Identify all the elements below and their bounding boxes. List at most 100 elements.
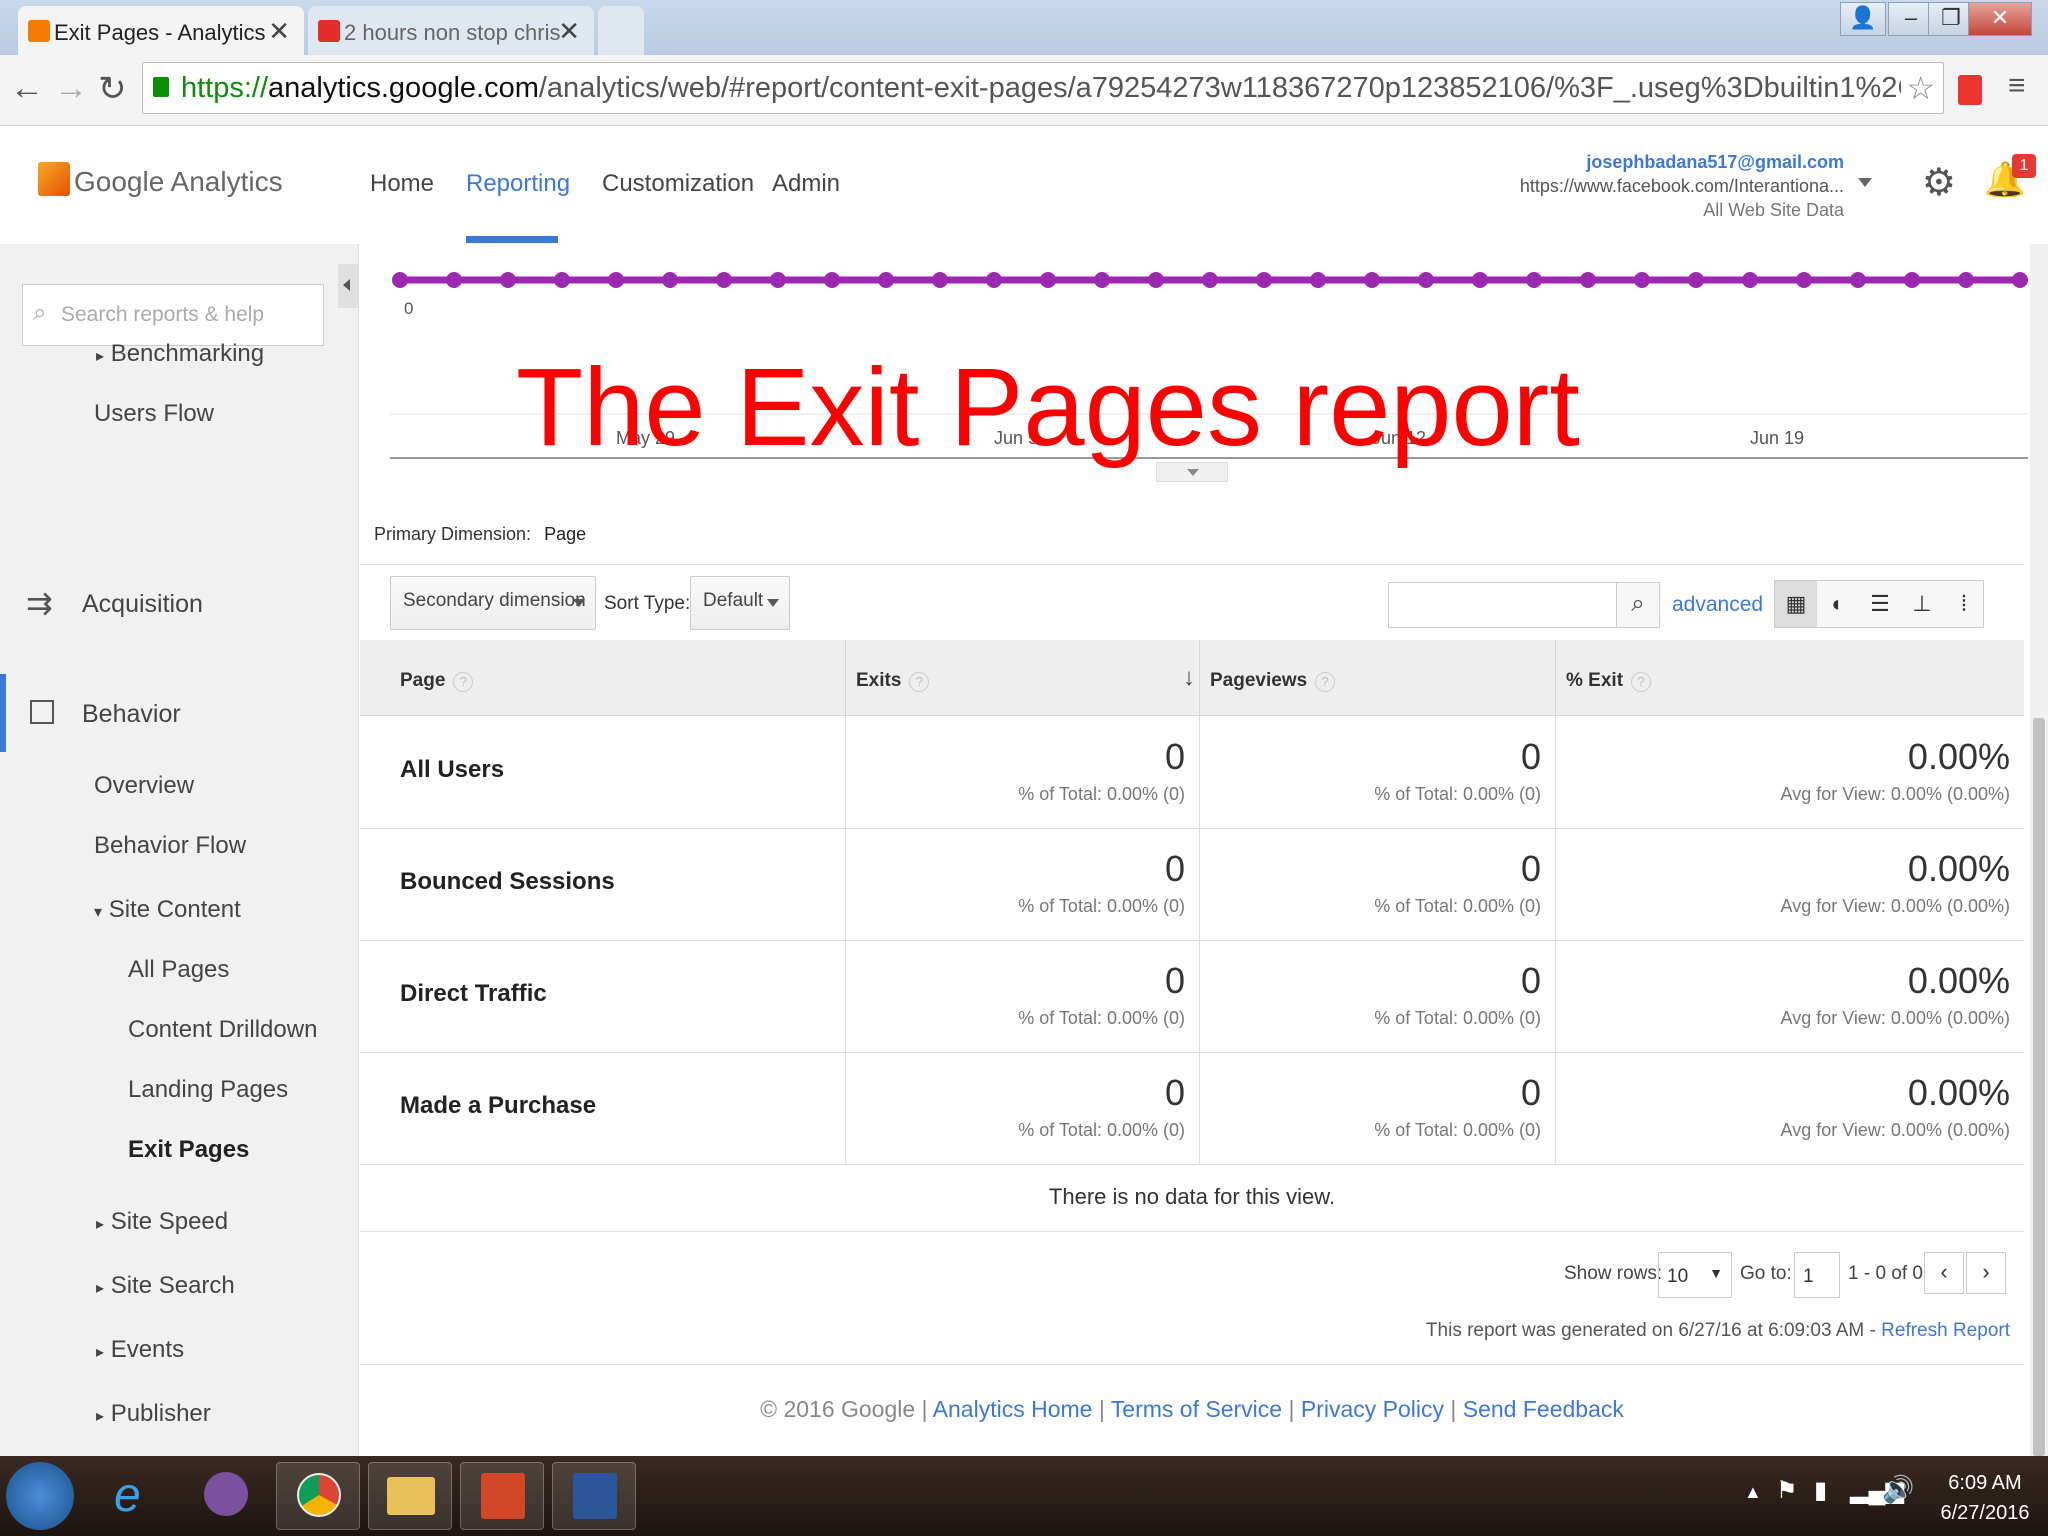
start-button[interactable]: [6, 1462, 74, 1530]
url-text[interactable]: https://analytics.google.com/analytics/w…: [181, 72, 1901, 105]
nav-customization[interactable]: Customization: [602, 170, 754, 198]
back-icon[interactable]: ←: [10, 69, 44, 108]
comparison-view-icon[interactable]: ⊥: [1901, 581, 1943, 627]
footer-link-analytics-home[interactable]: Analytics Home: [933, 1396, 1093, 1422]
user-icon[interactable]: 👤: [1840, 2, 1886, 36]
table-view-icon[interactable]: ▦: [1775, 581, 1817, 627]
help-icon[interactable]: ?: [1315, 672, 1336, 692]
internet-explorer-icon[interactable]: e: [92, 1462, 176, 1530]
exits-value: 0: [1164, 1072, 1185, 1113]
tab-exit-pages[interactable]: Exit Pages - Analytics ✕: [18, 6, 304, 55]
address-bar[interactable]: https://analytics.google.com/analytics/w…: [142, 62, 1944, 114]
clock[interactable]: 6:09 AM 6/27/2016: [1930, 1468, 2040, 1528]
sidebar-item-overview[interactable]: Overview: [94, 772, 194, 800]
sidebar-item-site-search[interactable]: ▸ Site Search: [96, 1272, 235, 1300]
table-filter-input[interactable]: [1388, 582, 1618, 628]
sidebar-item-site-speed[interactable]: ▸ Site Speed: [96, 1208, 228, 1236]
overlay-title: The Exit Pages report: [516, 346, 1580, 469]
new-tab-button[interactable]: [598, 6, 644, 55]
exit-pct-subtext: Avg for View: 0.00% (0.00%): [1780, 1008, 2010, 1028]
sidebar-item-benchmarking[interactable]: ▸ Benchmarking: [96, 340, 264, 368]
scrollbar-thumb[interactable]: [2033, 718, 2045, 1456]
secondary-dimension-dropdown[interactable]: Secondary dimension: [390, 576, 596, 630]
advanced-filter-link[interactable]: advanced: [1672, 593, 1763, 617]
scrollbar-track[interactable]: [2030, 244, 2048, 1456]
x-tick-label: Jun 19: [1750, 428, 1804, 448]
pie-view-icon[interactable]: ◐: [1817, 581, 1859, 627]
footer-link-privacy[interactable]: Privacy Policy: [1301, 1396, 1444, 1422]
sidebar-item-users-flow[interactable]: Users Flow: [94, 400, 214, 428]
forward-icon[interactable]: →: [54, 69, 88, 108]
sidebar-item-all-pages[interactable]: All Pages: [128, 956, 229, 984]
close-window-button[interactable]: ✕: [1968, 2, 2032, 36]
help-icon[interactable]: ?: [453, 672, 474, 692]
extension-icon[interactable]: [1958, 75, 1982, 105]
refresh-report-link[interactable]: Refresh Report: [1881, 1320, 2010, 1341]
search-reports-input[interactable]: ⌕ Search reports & help: [22, 284, 324, 346]
viber-icon[interactable]: [184, 1462, 268, 1530]
power-icon[interactable]: ▮: [1814, 1476, 1827, 1505]
logo-text: Google Analytics: [74, 166, 283, 197]
nav-reporting[interactable]: Reporting: [466, 170, 570, 198]
footer-link-feedback[interactable]: Send Feedback: [1463, 1396, 1624, 1422]
data-point: [554, 272, 570, 288]
page-cell: Bounced Sessions: [360, 828, 846, 940]
nav-home[interactable]: Home: [370, 170, 434, 198]
windows-taskbar: e ▲ ⚑ ▮ ▂▄▆ 🔊 6:09 AM 6/27/2016: [0, 1456, 2048, 1536]
close-tab-icon[interactable]: ✕: [558, 16, 580, 47]
sidebar-item-publisher[interactable]: ▸ Publisher: [96, 1400, 211, 1428]
volume-icon[interactable]: 🔊: [1882, 1474, 1914, 1505]
primary-dimension-page[interactable]: Page: [544, 524, 586, 544]
footer-link-terms[interactable]: Terms of Service: [1111, 1396, 1282, 1422]
action-center-icon[interactable]: ⚑: [1776, 1476, 1798, 1505]
performance-view-icon[interactable]: ☰: [1859, 581, 1901, 627]
close-tab-icon[interactable]: ✕: [268, 16, 290, 47]
sidebar-item-content-drilldown[interactable]: Content Drilldown: [128, 1016, 317, 1044]
exits-value: 0: [1164, 736, 1185, 777]
powerpoint-icon[interactable]: [460, 1462, 544, 1530]
column-header-exits[interactable]: Exits? ↓: [846, 640, 1200, 716]
sidebar-item-landing-pages[interactable]: Landing Pages: [128, 1076, 288, 1104]
word-icon[interactable]: [552, 1462, 636, 1530]
sidebar-item-site-content[interactable]: ▾ Site Content: [94, 896, 241, 924]
sidebar-item-behavior-flow[interactable]: Behavior Flow: [94, 832, 246, 860]
pageviews-subtext: % of Total: 0.00% (0): [1374, 784, 1541, 804]
account-email: josephbadana517@gmail.com: [1586, 152, 1844, 172]
goto-input[interactable]: 1: [1794, 1252, 1840, 1298]
sidebar-item-exit-pages[interactable]: Exit Pages: [128, 1136, 249, 1164]
account-dropdown-icon[interactable]: [1858, 178, 1872, 187]
exits-cell: 0 % of Total: 0.00% (0): [846, 828, 1200, 940]
analytics-favicon-icon: [28, 20, 50, 42]
column-header-page[interactable]: Page?: [360, 640, 846, 716]
sidebar-item-events[interactable]: ▸ Events: [96, 1336, 184, 1364]
menu-icon[interactable]: ≡: [2008, 69, 2026, 103]
chrome-icon[interactable]: [276, 1462, 360, 1530]
reload-icon[interactable]: ↻: [98, 69, 127, 109]
column-header-pageviews[interactable]: Pageviews?: [1200, 640, 1556, 716]
segment-label: Direct Traffic: [400, 980, 547, 1007]
chart-collapse-button[interactable]: [1156, 462, 1228, 482]
next-page-button[interactable]: ›: [1966, 1252, 2006, 1294]
help-icon[interactable]: ?: [1631, 672, 1652, 692]
tab-video[interactable]: 2 hours non stop chris ✕: [308, 6, 594, 55]
collapse-sidebar-button[interactable]: [338, 264, 358, 308]
bookmark-star-icon[interactable]: ☆: [1906, 69, 1935, 107]
previous-page-button[interactable]: ‹: [1924, 1252, 1964, 1294]
sidebar: ⌕ Search reports & help ▸ Benchmarking U…: [0, 244, 359, 1456]
pivot-view-icon[interactable]: ⦙: [1943, 581, 1985, 627]
sidebar-item-acquisition[interactable]: Acquisition: [82, 590, 203, 619]
nav-admin[interactable]: Admin: [772, 170, 840, 198]
sidebar-item-behavior[interactable]: Behavior: [82, 700, 181, 729]
exits-subtext: % of Total: 0.00% (0): [1018, 1120, 1185, 1140]
sort-type-dropdown[interactable]: Default: [690, 576, 790, 630]
help-icon[interactable]: ?: [909, 672, 930, 692]
search-icon[interactable]: ⌕: [1616, 582, 1660, 628]
column-header-exit-pct[interactable]: % Exit?: [1556, 640, 2024, 716]
account-selector[interactable]: josephbadana517@gmail.com https://www.fa…: [1520, 150, 1844, 222]
show-hidden-icons[interactable]: ▲: [1744, 1482, 1762, 1503]
chevron-down-icon: ▼: [1709, 1265, 1723, 1281]
ga-header: Google Analytics Home Reporting Customiz…: [0, 126, 2048, 245]
show-rows-select[interactable]: 10 ▼: [1658, 1252, 1732, 1298]
file-explorer-icon[interactable]: [368, 1462, 452, 1530]
gear-icon[interactable]: ⚙: [1922, 160, 1956, 205]
